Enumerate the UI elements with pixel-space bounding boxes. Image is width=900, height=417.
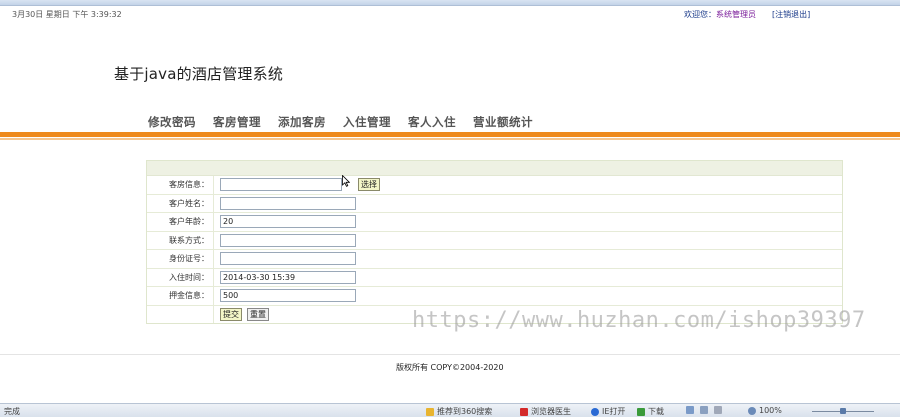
- guest-name-label: 客户姓名：: [147, 194, 214, 212]
- zoom-level: 100%: [759, 406, 782, 415]
- form-row-name: 客户姓名：: [147, 194, 842, 213]
- form-row-age: 客户年龄： 20: [147, 213, 842, 232]
- watermark-text: https://www.huzhan.com/ishop39397: [412, 308, 866, 333]
- checkin-time-label: 入住时间：: [147, 268, 214, 286]
- current-user: 系统管理员: [716, 10, 756, 19]
- deposit-label: 押金信息：: [147, 287, 214, 305]
- form-row-room: 客房信息： 选择: [147, 176, 842, 195]
- history-icon[interactable]: [700, 406, 708, 414]
- nav-add-room[interactable]: 添加客房: [278, 114, 326, 130]
- recommend-360-label: 推荐到360搜索: [437, 407, 493, 416]
- room-info-label: 客房信息：: [147, 176, 214, 194]
- zoom-slider-handle[interactable]: [840, 408, 846, 414]
- checkin-time-field[interactable]: 2014-03-30 15:39: [220, 270, 356, 284]
- download-item[interactable]: 下载: [637, 406, 664, 417]
- footer-copyright: 版权所有 COPY©2004-2020: [396, 363, 504, 372]
- form-row-contact: 联系方式：: [147, 231, 842, 250]
- system-title: 基于java的酒店管理系统: [114, 65, 284, 83]
- contact-label: 联系方式：: [147, 231, 214, 249]
- browser-doctor-label: 浏览器医生: [531, 407, 571, 416]
- status-text: 完成: [4, 407, 20, 416]
- actions-label-spacer: [147, 305, 214, 323]
- window-top-strip: [0, 0, 900, 6]
- form-row-id: 身份证号：: [147, 250, 842, 269]
- zoom-icon: [748, 406, 756, 415]
- mouse-cursor-icon: [342, 175, 350, 187]
- header-divider: [0, 132, 900, 137]
- speaker-icon[interactable]: [714, 406, 722, 414]
- guest-name-field[interactable]: [220, 196, 356, 210]
- room-info-field[interactable]: [220, 178, 342, 192]
- status-icons: [686, 406, 728, 414]
- submit-button[interactable]: 提交: [220, 307, 242, 321]
- id-number-label: 身份证号：: [147, 250, 214, 268]
- ie-open-item[interactable]: IE打开: [591, 406, 625, 417]
- main-nav: 修改密码 客房管理 添加客房 入住管理 客人入住 营业额统计: [148, 114, 550, 130]
- header-divider-shadow: [0, 138, 900, 140]
- download-label: 下载: [648, 407, 664, 416]
- guest-age-field[interactable]: 20: [220, 215, 356, 229]
- form-header-bar: [147, 161, 842, 176]
- nav-revenue-stats[interactable]: 营业额统计: [473, 114, 533, 130]
- reset-button[interactable]: 重置: [247, 307, 269, 321]
- thumbs-up-icon: [426, 407, 434, 416]
- browser-status-bar: 完成 推荐到360搜索 浏览器医生 IE打开 下载 100%: [0, 403, 900, 417]
- window-icon[interactable]: [686, 406, 694, 414]
- welcome-prefix: 欢迎您：: [684, 10, 716, 19]
- download-icon: [637, 407, 645, 416]
- id-number-field[interactable]: [220, 252, 356, 266]
- nav-checkin-management[interactable]: 入住管理: [343, 114, 391, 130]
- contact-field[interactable]: [220, 233, 356, 247]
- deposit-field[interactable]: 500: [220, 289, 356, 303]
- ie-icon: [591, 407, 599, 416]
- form-row-deposit: 押金信息： 500: [147, 287, 842, 306]
- choose-room-button[interactable]: 选择: [358, 178, 380, 192]
- doctor-icon: [520, 407, 528, 416]
- nav-change-password[interactable]: 修改密码: [148, 114, 196, 130]
- footer-divider: [0, 354, 900, 355]
- welcome-text: 欢迎您：系统管理员: [684, 9, 756, 20]
- ie-open-label: IE打开: [602, 407, 626, 416]
- nav-guest-checkin[interactable]: 客人入住: [408, 114, 456, 130]
- recommend-360-item[interactable]: 推荐到360搜索: [426, 406, 492, 417]
- form-row-checkin-time: 入住时间： 2014-03-30 15:39: [147, 268, 842, 287]
- zoom-control[interactable]: 100%: [748, 406, 782, 415]
- browser-doctor-item[interactable]: 浏览器医生: [520, 406, 571, 417]
- nav-room-management[interactable]: 客房管理: [213, 114, 261, 130]
- datetime-display: 3月30日 星期日 下午 3:39:32: [12, 10, 122, 19]
- logout-link[interactable]: [注销退出]: [772, 9, 810, 20]
- checkin-form: 客房信息： 选择 客户姓名： 客户年龄： 20 联系方式： 身份证号： 入住时间…: [146, 160, 843, 324]
- guest-age-label: 客户年龄：: [147, 213, 214, 231]
